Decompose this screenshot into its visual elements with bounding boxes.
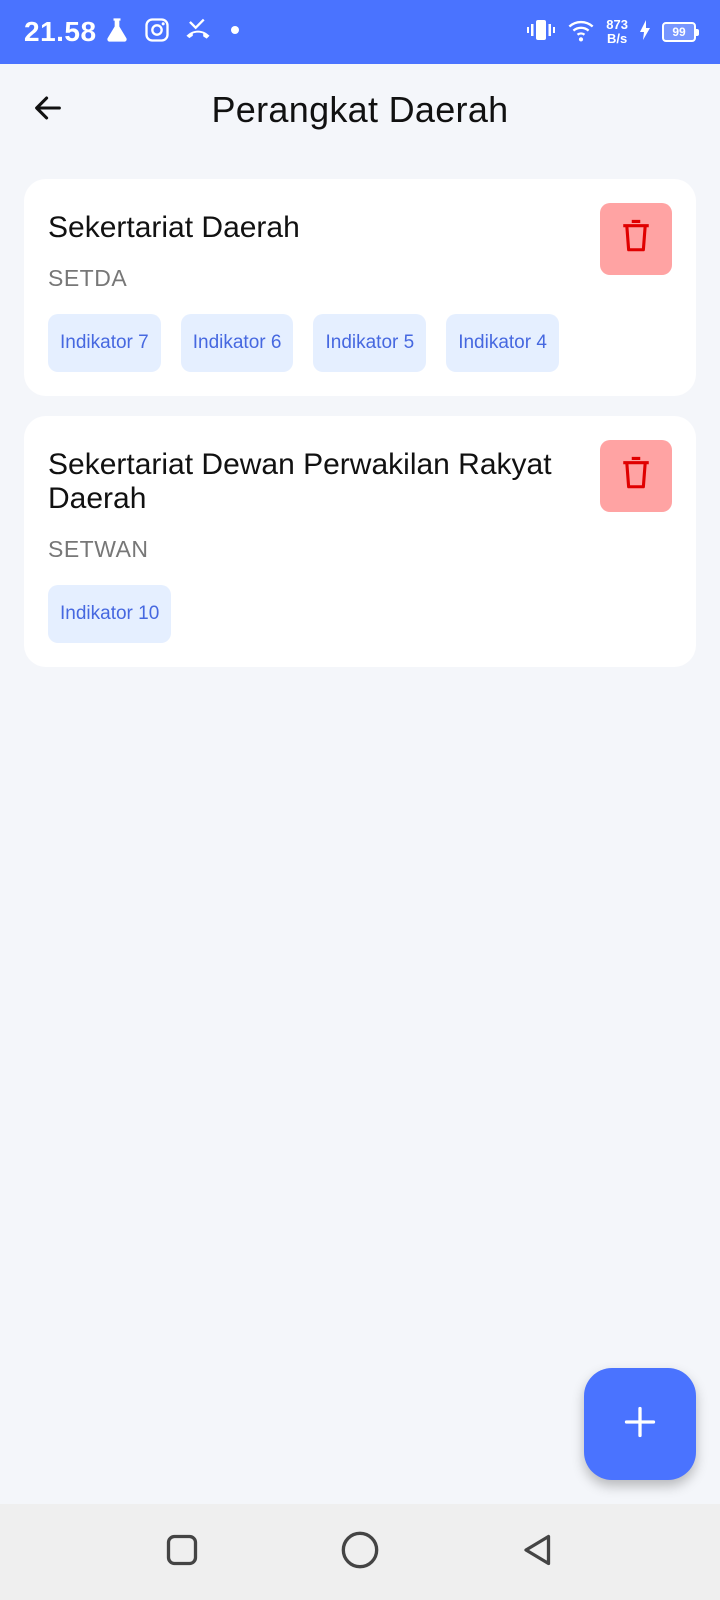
- battery-icon: 99: [662, 22, 699, 42]
- back-triangle-icon: [520, 1532, 556, 1573]
- back-button[interactable]: [24, 86, 72, 134]
- recents-button[interactable]: [158, 1528, 206, 1576]
- charging-icon: [638, 18, 652, 47]
- missed-call-icon: [183, 16, 213, 49]
- trash-icon: [619, 218, 653, 261]
- battery-level: 99: [672, 25, 686, 39]
- wifi-icon: [566, 16, 596, 49]
- net-speed-unit: B/s: [607, 31, 628, 46]
- app-bar: Perangkat Daerah: [0, 64, 720, 156]
- instagram-icon: [143, 16, 171, 49]
- indicator-chip[interactable]: Indikator 6: [180, 314, 294, 372]
- list-item[interactable]: Sekertariat Dewan Perwakilan Rakyat Daer…: [24, 416, 696, 667]
- system-nav-bar: [0, 1504, 720, 1600]
- back-nav-button[interactable]: [514, 1528, 562, 1576]
- arrow-left-icon: [31, 91, 65, 130]
- status-time: 21.58: [24, 16, 97, 47]
- indicator-chip[interactable]: Indikator 7: [48, 314, 161, 372]
- net-speed: 873 B/s: [606, 18, 628, 46]
- vibrate-icon: [526, 16, 556, 49]
- trash-icon: [619, 455, 653, 498]
- item-code: SETDA: [48, 265, 128, 291]
- item-name: Sekertariat Daerah: [48, 211, 300, 244]
- indicator-chip[interactable]: Indikator 4: [446, 314, 559, 372]
- status-bar: 21.58 873 B/s 99: [0, 0, 720, 64]
- indicator-chip[interactable]: Indikator 5: [313, 314, 427, 372]
- dot-icon: [225, 16, 245, 49]
- delete-button[interactable]: [600, 440, 672, 512]
- item-code: SETWAN: [48, 536, 149, 562]
- net-speed-value: 873: [606, 17, 628, 32]
- indicator-chips: Indikator 10: [48, 585, 576, 643]
- indicator-chip[interactable]: Indikator 10: [48, 585, 172, 643]
- home-circle-icon: [340, 1530, 380, 1575]
- plus-icon: [622, 1404, 658, 1445]
- indicator-chips: Indikator 7 Indikator 6 Indikator 5 Indi…: [48, 314, 576, 372]
- home-button[interactable]: [336, 1528, 384, 1576]
- item-name: Sekertariat Dewan Perwakilan Rakyat Daer…: [48, 448, 552, 515]
- add-button[interactable]: [584, 1368, 696, 1480]
- recents-square-icon: [164, 1532, 200, 1573]
- delete-button[interactable]: [600, 203, 672, 275]
- page-title: Perangkat Daerah: [211, 89, 509, 130]
- list-item[interactable]: Sekertariat Daerah SETDA Indikator 7 Ind…: [24, 179, 696, 396]
- flask-icon: [103, 16, 131, 49]
- perangkat-list: Sekertariat Daerah SETDA Indikator 7 Ind…: [24, 179, 696, 687]
